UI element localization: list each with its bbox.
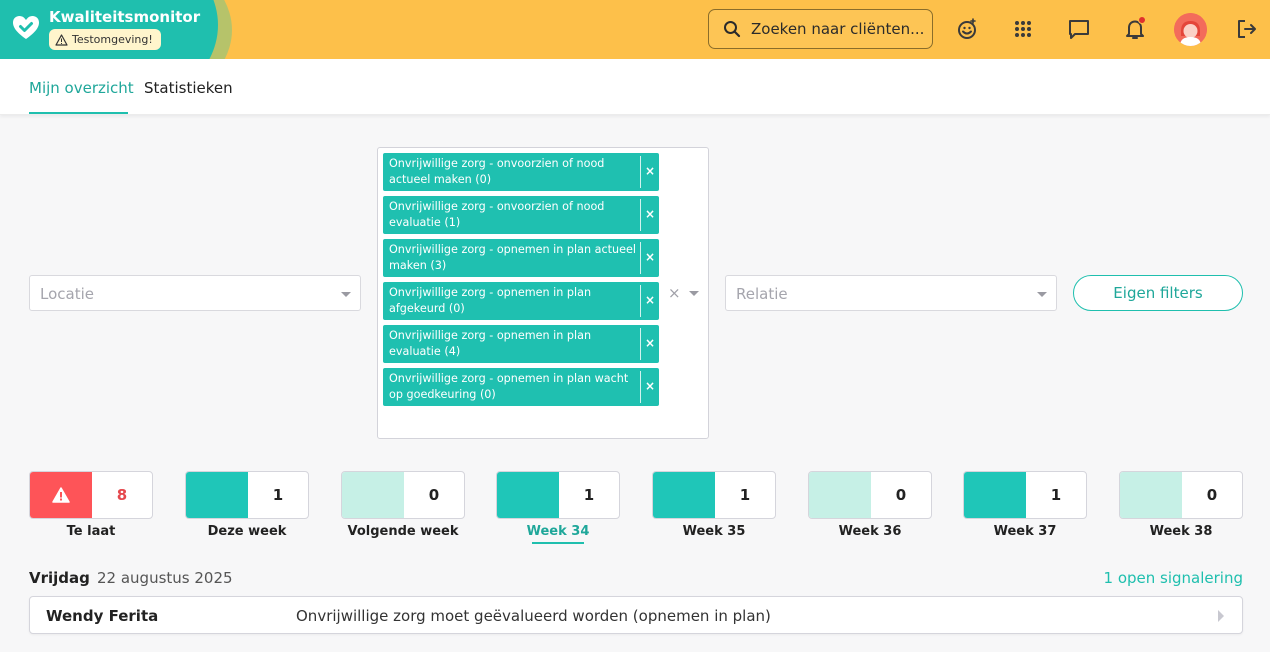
location-select[interactable]: Locatie: [29, 275, 361, 311]
active-tab-indicator: [29, 112, 128, 114]
week-count: 1: [739, 486, 751, 504]
location-placeholder: Locatie: [40, 285, 94, 303]
signal-type-multiselect[interactable]: Onvrijwillige zorg - onvoorzien of nood …: [377, 147, 709, 439]
card-color-block: [964, 472, 1026, 518]
clear-selection-icon[interactable]: ×: [668, 284, 681, 302]
apps-grid-icon[interactable]: [1010, 16, 1036, 42]
card-color-block: [1120, 472, 1182, 518]
chevron-down-icon[interactable]: [689, 291, 699, 296]
chip-remove-icon[interactable]: ×: [645, 250, 655, 264]
chevron-down-icon: [341, 292, 351, 297]
chat-message-icon[interactable]: [1066, 16, 1092, 42]
smiley-feedback-icon[interactable]: [954, 16, 980, 42]
week-label[interactable]: Week 36: [808, 524, 932, 539]
heart-check-logo-icon[interactable]: [12, 14, 40, 42]
day-date: 22 augustus 2025: [97, 569, 233, 587]
selected-filter-chip: Onvrijwillige zorg - opnemen in plan eva…: [383, 325, 659, 363]
card-color-block: [497, 472, 559, 518]
card-color-block: [653, 472, 715, 518]
selected-filter-chip: Onvrijwillige zorg - onvoorzien of nood …: [383, 153, 659, 191]
chevron-down-icon: [1037, 292, 1047, 297]
week-count: 1: [272, 486, 284, 504]
own-filters-button[interactable]: Eigen filters: [1073, 275, 1243, 311]
chip-remove-icon[interactable]: ×: [645, 207, 655, 221]
selected-filter-chip: Onvrijwillige zorg - opnemen in plan afg…: [383, 282, 659, 320]
day-name: Vrijdag: [29, 569, 90, 587]
card-color-block: [30, 472, 92, 518]
user-avatar[interactable]: [1174, 13, 1207, 46]
week-card-te-laat[interactable]: 8: [29, 471, 153, 519]
top-header: Kwaliteitsmonitor Testomgeving! Zoeken n…: [0, 0, 1270, 59]
tab-bar: Mijn overzicht Statistieken: [0, 59, 1270, 115]
selected-filter-chip: Onvrijwillige zorg - opnemen in plan act…: [383, 239, 659, 277]
signal-description: Onvrijwillige zorg moet geëvalueerd word…: [296, 607, 771, 625]
chip-label: Onvrijwillige zorg - opnemen in plan act…: [389, 243, 636, 272]
environment-badge: Testomgeving!: [49, 29, 161, 50]
week-label[interactable]: Week 38: [1119, 524, 1243, 539]
chip-remove-icon[interactable]: ×: [645, 293, 655, 307]
notification-dot: [1138, 16, 1146, 24]
signal-row[interactable]: Wendy Ferita Onvrijwillige zorg moet geë…: [29, 596, 1243, 634]
week-count: 1: [583, 486, 595, 504]
week-label[interactable]: Deze week: [185, 524, 309, 539]
week-card-week-37[interactable]: 1: [963, 471, 1087, 519]
week-card-week-34[interactable]: 1: [496, 471, 620, 519]
search-icon: [724, 21, 741, 38]
chip-label: Onvrijwillige zorg - onvoorzien of nood …: [389, 200, 605, 229]
week-count: 0: [1206, 486, 1218, 504]
week-label[interactable]: Te laat: [29, 524, 153, 539]
logout-icon[interactable]: [1234, 16, 1260, 42]
week-label[interactable]: Week 34: [496, 524, 620, 539]
warning-icon: [55, 33, 68, 46]
card-color-block: [186, 472, 248, 518]
relation-placeholder: Relatie: [736, 285, 788, 303]
week-card-week-35[interactable]: 1: [652, 471, 776, 519]
week-count: 0: [428, 486, 440, 504]
week-count: 1: [1050, 486, 1062, 504]
chevron-right-icon: [1218, 610, 1224, 622]
active-week-indicator: [532, 542, 584, 544]
week-card-deze-week[interactable]: 1: [185, 471, 309, 519]
week-label[interactable]: Week 37: [963, 524, 1087, 539]
chip-remove-icon[interactable]: ×: [645, 379, 655, 393]
chip-label: Onvrijwillige zorg - opnemen in plan afg…: [389, 286, 592, 315]
week-count: 0: [895, 486, 907, 504]
warning-icon: [52, 487, 70, 503]
card-color-block: [342, 472, 404, 518]
notification-bell-icon[interactable]: [1122, 16, 1148, 42]
chip-remove-icon[interactable]: ×: [645, 164, 655, 178]
selected-filter-chip: Onvrijwillige zorg - onvoorzien of nood …: [383, 196, 659, 234]
relation-select[interactable]: Relatie: [725, 275, 1057, 311]
client-search-input[interactable]: Zoeken naar cliënten...: [708, 9, 933, 49]
week-label[interactable]: Volgende week: [341, 524, 465, 539]
week-count: 8: [116, 486, 128, 504]
tab-statistieken[interactable]: Statistieken: [144, 79, 233, 97]
environment-badge-label: Testomgeving!: [72, 33, 153, 46]
chip-label: Onvrijwillige zorg - opnemen in plan wac…: [389, 372, 629, 401]
card-color-block: [809, 472, 871, 518]
search-placeholder: Zoeken naar cliënten...: [751, 20, 925, 38]
tab-mijn-overzicht[interactable]: Mijn overzicht: [29, 79, 134, 97]
chip-label: Onvrijwillige zorg - onvoorzien of nood …: [389, 157, 605, 186]
week-card-week-38[interactable]: 0: [1119, 471, 1243, 519]
week-card-week-36[interactable]: 0: [808, 471, 932, 519]
chip-remove-icon[interactable]: ×: [645, 336, 655, 350]
client-name: Wendy Ferita: [46, 607, 159, 625]
selected-filter-chip: Onvrijwillige zorg - opnemen in plan wac…: [383, 368, 659, 406]
chip-label: Onvrijwillige zorg - opnemen in plan eva…: [389, 329, 592, 358]
app-title: Kwaliteitsmonitor: [49, 8, 201, 26]
open-signal-count: 1 open signalering: [1103, 569, 1243, 587]
week-card-volgende-week[interactable]: 0: [341, 471, 465, 519]
week-label[interactable]: Week 35: [652, 524, 776, 539]
